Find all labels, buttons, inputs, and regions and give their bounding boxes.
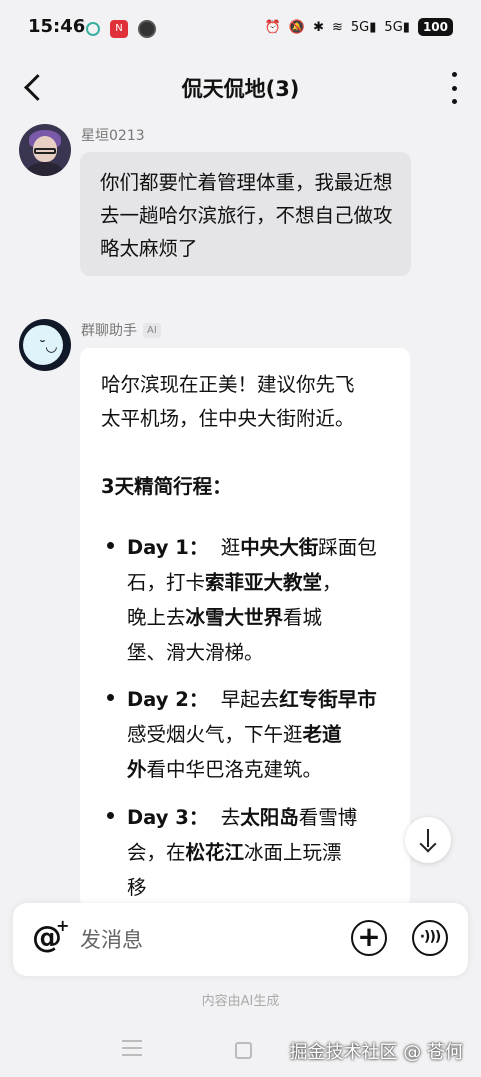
day3-line2: 会，在松花江冰面上玩漂 [127,841,342,864]
status-right: ⏰ 🔕 ✱ ≋ 5G▮ 5G▮ 100 [265,18,453,36]
sender-name-bot: 群聊助手 AI [81,320,161,340]
bullet-dot [107,812,114,819]
more-vertical-icon[interactable] [449,72,459,104]
day1-line4: 堡、滑大滑梯。 [127,641,264,664]
bullet-dot [107,542,114,549]
sender-name: 星垣0213 [81,128,145,144]
day1-line2: 石，打卡索菲亚大教堂， [127,571,342,594]
mute-icon: 🔕 [288,19,306,35]
plus-circle-icon[interactable]: + [351,920,387,956]
ai-disclaimer: 内容由AI生成 [201,994,280,1009]
day2-line3: 外看中华巴洛克建筑。 [127,758,323,781]
voice-circle-icon[interactable]: ·))) [412,920,448,956]
bot-intro-line: 哈尔滨现在正美！建议你先飞 [101,373,355,396]
day2-line2: 感受烟火气，下午逛老道 [127,723,342,746]
day3-line1: Day 3： 去太阳岛看雪博 [127,806,358,829]
chat-title: 侃天侃地(3) [181,77,300,101]
arrow-down-icon[interactable] [405,817,451,863]
plan-title: 3天精简行程： [101,475,232,498]
wifi-icon: ≋ [332,19,343,35]
avatar-bot[interactable]: ˘◡ [19,319,71,371]
message-bubble-bot[interactable]: 哈尔滨现在正美！建议你先飞 太平机场，住中央大街附近。 3天精简行程： Day … [80,348,410,908]
nav-menu-icon[interactable] [122,1040,142,1056]
watermark: 掘金技术社区 @ 苍何 [289,1042,463,1063]
bot-intro-line: 太平机场，住中央大街附近。 [101,407,355,430]
app-browser-icon [138,20,156,38]
alarm-icon: ⏰ [264,19,281,35]
bluetooth-icon: ✱ [313,19,324,35]
day2-line1: Day 2： 早起去红专街早市 [127,688,377,711]
ai-badge: AI [143,323,161,338]
status-time: 15:46 [28,16,86,37]
battery-icon: 100 [417,18,453,36]
nav-home-icon[interactable] [235,1042,252,1059]
message-input[interactable] [80,922,330,958]
bullet-dot [107,694,114,701]
avatar-user[interactable] [19,124,71,176]
signal-icon-1: 5G▮ [350,19,377,35]
at-plus-icon[interactable]: @ + [32,916,69,956]
app-news-icon: N [110,20,128,38]
day1-line1: Day 1： 逛中央大街踩面包 [127,536,377,559]
message-composer: @+ + ·))) [13,903,468,976]
message-text: 你们都要忙着管理体重，我最近想去一趟哈尔滨旅行，不想自己做攻略太麻烦了 [100,171,393,260]
chat-header: 侃天侃地(3) [0,58,481,118]
message-bubble-user[interactable]: 你们都要忙着管理体重，我最近想去一趟哈尔滨旅行，不想自己做攻略太麻烦了 [80,152,411,276]
day3-line3: 移 [127,876,147,899]
day1-line3: 晚上去冰雪大世界看城 [127,606,323,629]
status-bar: 15:46 N ⏰ 🔕 ✱ ≋ 5G▮ 5G▮ 100 [0,0,481,58]
status-app-icons: N [86,20,156,38]
app-ring-icon [86,22,100,36]
signal-icon-2: 5G▮ [384,19,410,35]
